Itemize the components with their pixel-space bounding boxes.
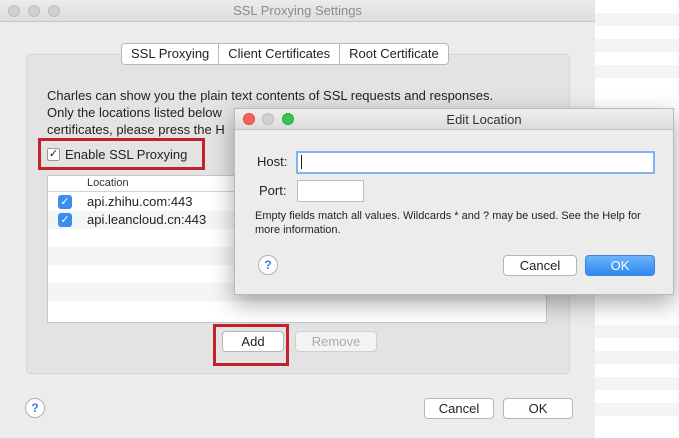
window-title: SSL Proxying Settings: [233, 3, 362, 18]
host-label: Host:: [257, 154, 288, 169]
help-icon[interactable]: ?: [258, 255, 278, 275]
table-row-empty: [48, 301, 546, 319]
column-header-location[interactable]: Location: [87, 177, 129, 189]
tab-root-certificate[interactable]: Root Certificate: [340, 44, 448, 64]
edit-location-dialog: Edit Location Host: Port: Empty fields m…: [234, 108, 674, 295]
help-note: Empty fields match all values. Wildcards…: [255, 210, 641, 236]
port-label: Port:: [259, 183, 287, 198]
port-input[interactable]: [297, 180, 364, 202]
host-input[interactable]: [296, 151, 655, 174]
ok-button[interactable]: OK: [503, 398, 573, 419]
text-cursor: [301, 155, 302, 169]
location-cell: api.leancloud.cn:443: [87, 212, 207, 227]
remove-button[interactable]: Remove: [295, 331, 377, 352]
help-icon[interactable]: ?: [25, 398, 45, 418]
dialog-ok-button[interactable]: OK: [585, 255, 655, 276]
main-titlebar: SSL Proxying Settings: [0, 0, 595, 22]
dialog-title: Edit Location: [446, 112, 522, 127]
row-checkbox[interactable]: ✓: [58, 195, 72, 209]
tab-bar: SSL Proxying Client Certificates Root Ce…: [121, 43, 449, 65]
row-checkbox[interactable]: ✓: [58, 213, 72, 227]
cancel-button[interactable]: Cancel: [424, 398, 494, 419]
dialog-cancel-button[interactable]: Cancel: [503, 255, 577, 276]
highlight-box: [38, 138, 205, 170]
location-cell: api.zhihu.com:443: [87, 194, 193, 209]
tab-client-certificates[interactable]: Client Certificates: [219, 44, 341, 64]
description-line: Charles can show you the plain text cont…: [47, 88, 494, 103]
dialog-titlebar: Edit Location: [235, 109, 673, 130]
highlight-box: [213, 324, 289, 366]
tab-ssl-proxying[interactable]: SSL Proxying: [122, 44, 220, 64]
